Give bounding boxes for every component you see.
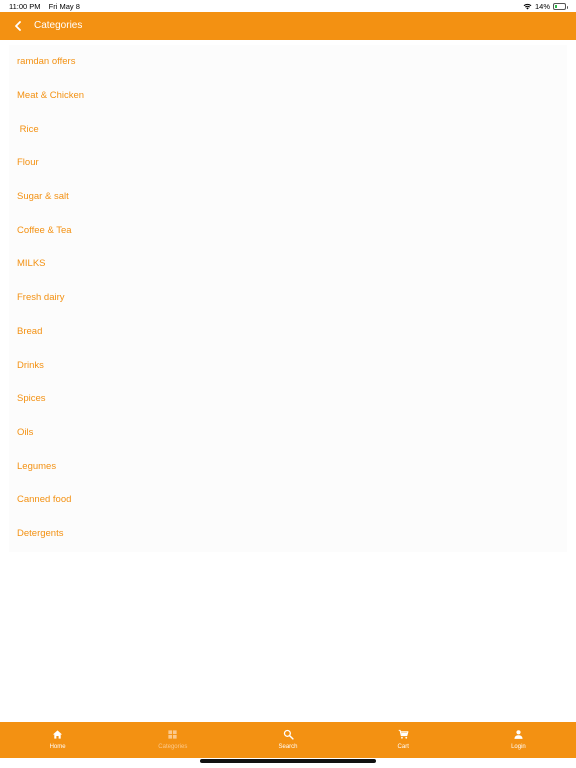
status-right: 14% bbox=[523, 2, 568, 11]
category-item[interactable]: Flour bbox=[9, 146, 567, 180]
category-item[interactable]: Legumes bbox=[9, 449, 567, 483]
status-left: 11:00 PM Fri May 8 bbox=[9, 2, 86, 11]
home-indicator[interactable] bbox=[200, 759, 376, 763]
category-item[interactable]: Sugar & salt bbox=[9, 180, 567, 214]
bottom-nav: Home Categories Search Cart Login bbox=[0, 722, 576, 758]
category-item[interactable]: Meat & Chicken bbox=[9, 79, 567, 113]
nav-home[interactable]: Home bbox=[0, 722, 115, 758]
category-item[interactable]: Fresh dairy bbox=[9, 281, 567, 315]
category-item[interactable]: MILKS bbox=[9, 247, 567, 281]
category-item[interactable]: Coffee & Tea bbox=[9, 213, 567, 247]
person-icon bbox=[514, 730, 523, 739]
status-date: Fri May 8 bbox=[48, 2, 80, 11]
nav-label: Cart bbox=[397, 744, 409, 750]
home-icon bbox=[53, 730, 63, 739]
category-item[interactable]: Bread bbox=[9, 315, 567, 349]
category-list: ramdan offers Meat & Chicken Rice Flour … bbox=[9, 45, 567, 552]
cart-icon bbox=[398, 729, 409, 739]
app-header: Categories bbox=[0, 12, 576, 40]
category-item[interactable]: Oils bbox=[9, 416, 567, 450]
nav-label: Home bbox=[49, 744, 66, 750]
battery-percent: 14% bbox=[534, 2, 550, 11]
grid-icon bbox=[168, 730, 177, 739]
status-bar: 11:00 PM Fri May 8 14% bbox=[0, 0, 576, 12]
battery-level bbox=[555, 5, 557, 8]
nav-search[interactable]: Search bbox=[230, 722, 345, 758]
wifi-icon bbox=[523, 3, 532, 10]
category-item[interactable]: Drinks bbox=[9, 348, 567, 382]
category-item[interactable]: Canned food bbox=[9, 483, 567, 517]
app-screen: 11:00 PM Fri May 8 14% Categories ramdan… bbox=[0, 0, 576, 768]
page-title: Categories bbox=[34, 20, 83, 31]
nav-label: Login bbox=[511, 744, 526, 750]
nav-login[interactable]: Login bbox=[461, 722, 576, 758]
search-icon bbox=[283, 729, 294, 740]
nav-categories[interactable]: Categories bbox=[115, 722, 230, 758]
nav-label: Categories bbox=[158, 744, 188, 750]
category-item[interactable]: Rice bbox=[9, 112, 567, 146]
category-item[interactable]: Spices bbox=[9, 382, 567, 416]
back-button[interactable] bbox=[9, 17, 27, 35]
category-item[interactable]: ramdan offers bbox=[9, 45, 567, 79]
category-item[interactable]: Detergents bbox=[9, 517, 567, 551]
battery-icon bbox=[553, 3, 568, 10]
nav-label: Search bbox=[278, 744, 298, 750]
status-time: 11:00 PM bbox=[9, 2, 41, 11]
nav-cart[interactable]: Cart bbox=[346, 722, 461, 758]
chevron-left-icon bbox=[15, 21, 21, 31]
